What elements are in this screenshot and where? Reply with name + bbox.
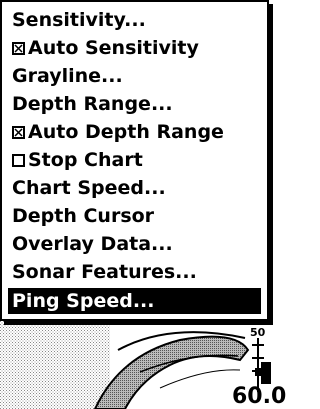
fish-arch [93, 335, 250, 409]
menu-item-label: Grayline... [12, 65, 123, 87]
sonar-menu: Sensitivity... Auto Sensitivity Grayline… [0, 0, 269, 321]
menu-item-label: Chart Speed... [12, 177, 166, 199]
depth-scale-top-label: 50 [250, 326, 266, 339]
menu-item-sonar-features[interactable]: Sonar Features... [8, 259, 261, 285]
menu-item-label: Stop Chart [28, 149, 143, 171]
menu-item-overlay-data[interactable]: Overlay Data... [8, 231, 261, 257]
depth-readout: 60.0 [232, 384, 287, 409]
checkbox-unchecked-icon[interactable] [12, 154, 25, 167]
menu-item-depth-cursor[interactable]: Depth Cursor [8, 203, 261, 229]
checkbox-checked-icon[interactable] [12, 42, 25, 55]
menu-item-grayline[interactable]: Grayline... [8, 63, 261, 89]
menu-item-chart-speed[interactable]: Chart Speed... [8, 175, 261, 201]
menu-item-label: Depth Range... [12, 93, 173, 115]
menu-item-label: Overlay Data... [12, 233, 173, 255]
menu-item-ping-speed[interactable]: Ping Speed... [8, 288, 261, 314]
menu-item-label: Auto Depth Range [28, 121, 224, 143]
menu-item-depth-range[interactable]: Depth Range... [8, 91, 261, 117]
sonar-noise [0, 320, 110, 409]
menu-item-label: Sonar Features... [12, 261, 197, 283]
menu-item-label: Sensitivity... [12, 9, 146, 31]
menu-item-label: Auto Sensitivity [28, 37, 199, 59]
checkbox-checked-icon[interactable] [12, 126, 25, 139]
menu-item-label: Depth Cursor [12, 205, 155, 227]
menu-item-auto-sensitivity[interactable]: Auto Sensitivity [8, 35, 261, 61]
menu-item-auto-depth-range[interactable]: Auto Depth Range [8, 119, 261, 145]
menu-item-label: Ping Speed... [12, 290, 155, 312]
menu-item-sensitivity[interactable]: Sensitivity... [8, 7, 261, 33]
menu-item-stop-chart[interactable]: Stop Chart [8, 147, 261, 173]
